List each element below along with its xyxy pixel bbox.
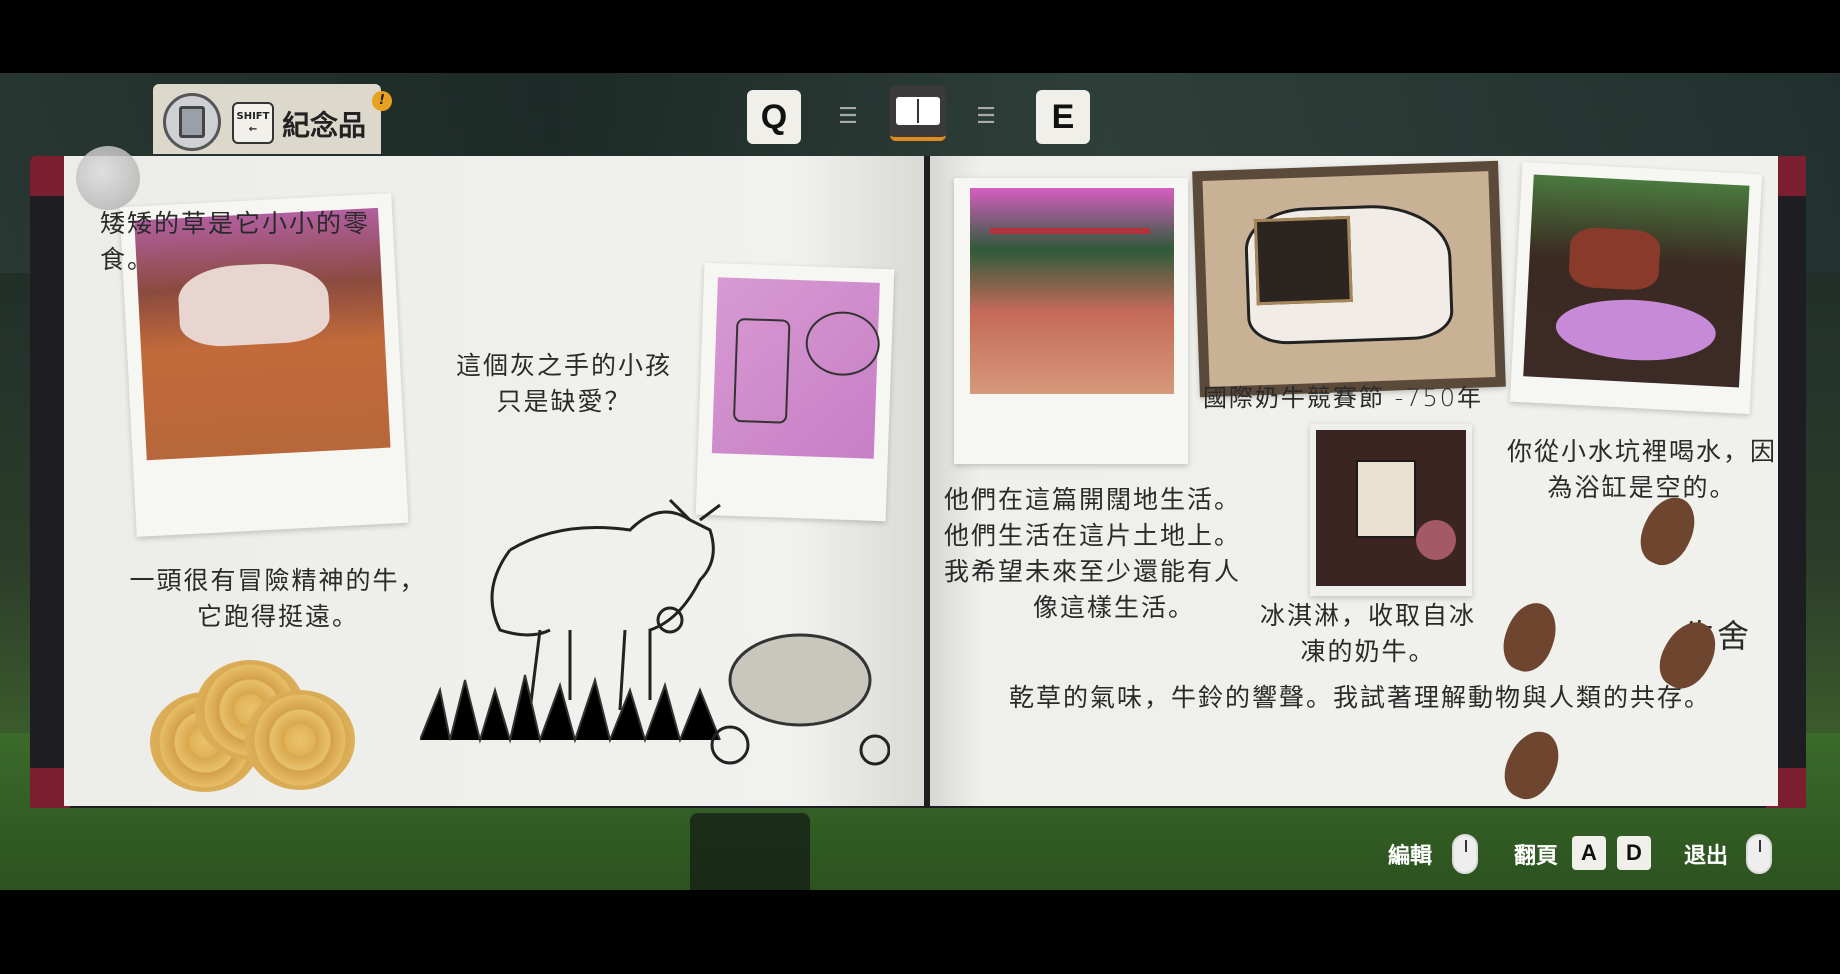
map-tab-icon[interactable]: ☰ <box>964 96 1008 138</box>
cow-sketch-illustration <box>420 498 890 766</box>
caption-grass: 矮矮的草是它小小的零食。 <box>100 209 371 274</box>
photo-ice-cream-poster[interactable] <box>1310 424 1472 596</box>
caption-child: 這個灰之手的小孩只是缺愛？ <box>455 351 672 416</box>
caption-puddle: 你從小水坑裡喝水，因為浴缸是空的。 <box>1506 437 1777 502</box>
edit-label: 編輯 <box>1388 844 1433 869</box>
cow-figure <box>1567 226 1662 292</box>
prev-tab-key-q[interactable]: Q <box>747 90 801 144</box>
photo-festival-cow[interactable] <box>1192 160 1506 398</box>
caption-cow: 一頭很有冒險精神的牛，它跑得挺遠。 <box>129 566 427 631</box>
caption-festival: 國際奶牛競賽節 -750年 <box>1202 384 1484 412</box>
cow-blanket <box>1253 215 1353 306</box>
list-tab-icon[interactable]: ☰ <box>826 96 870 138</box>
photo-barn-pavilion[interactable] <box>954 178 1188 464</box>
flowers <box>1416 520 1456 560</box>
mouse-right-icon <box>1746 834 1772 874</box>
shift-arrow-icon: ← <box>248 124 258 135</box>
mementos-label: 紀念品 <box>282 109 367 142</box>
photo-cow-puddle[interactable] <box>1509 161 1763 415</box>
caption-land-2: 他們生活在這片土地上。 <box>944 521 1242 550</box>
alert-icon: ! <box>372 91 392 111</box>
cursor-circle <box>76 146 140 210</box>
caption-land-4: 像這樣生活。 <box>1032 593 1195 622</box>
player-shadow <box>690 813 810 890</box>
caption-land-3: 我希望未來至少還能有人 <box>944 557 1242 586</box>
key-d[interactable]: D <box>1617 836 1651 870</box>
pavilion-roof <box>990 228 1150 314</box>
mouse-left-icon <box>1452 834 1478 874</box>
puddle <box>1554 295 1718 365</box>
journal-badge-icon <box>163 93 221 151</box>
caption-bottom: 乾草的氣味，牛鈴的響聲。我試著理解動物與人類的共存。 <box>1008 683 1711 712</box>
caption-icecream: 冰淇淋，收取自冰凍的奶牛。 <box>1259 601 1476 666</box>
caption-land-1: 他們在這篇開闊地生活。 <box>944 485 1242 514</box>
exit-label: 退出 <box>1684 844 1729 869</box>
child-drawing <box>732 317 791 424</box>
ice-cream-poster <box>1356 460 1416 538</box>
next-tab-key-e[interactable]: E <box>1036 90 1090 144</box>
key-a[interactable]: A <box>1572 836 1606 870</box>
flip-page-label: 翻頁 <box>1514 844 1559 869</box>
thought-bubble <box>804 310 881 377</box>
journal-tab-active[interactable] <box>890 85 946 141</box>
shift-key-label: SHIFT <box>236 111 270 122</box>
shift-key-hint: SHIFT ← <box>232 102 274 144</box>
open-book-icon <box>896 97 940 125</box>
